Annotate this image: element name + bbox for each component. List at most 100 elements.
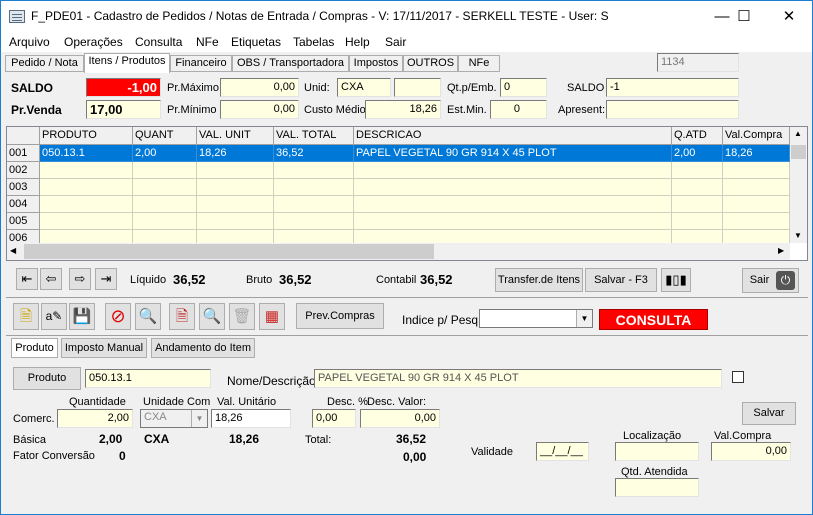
next-record-icon[interactable]: ⇨ (69, 268, 91, 290)
grid-cell[interactable] (723, 196, 790, 213)
col-qatd[interactable]: Q.ATD (672, 127, 723, 145)
subtab-andamento[interactable]: Andamento do Item (151, 338, 255, 358)
cell-val-compra[interactable]: 18,26 (723, 145, 790, 162)
grid-cell[interactable] (723, 179, 790, 196)
last-record-icon[interactable]: ⇥ (95, 268, 117, 290)
grid-cell[interactable] (274, 179, 354, 196)
grid-cell[interactable] (672, 196, 723, 213)
tab-outros[interactable]: OUTROS (403, 55, 458, 72)
cell-produto[interactable]: 050.13.1 (40, 145, 133, 162)
custo-field[interactable]: 18,26 (365, 100, 441, 119)
grid-cell[interactable] (133, 179, 197, 196)
chevron-down-icon[interactable]: ▼ (191, 410, 207, 427)
new-document-icon[interactable]: 🗎 (13, 303, 39, 330)
menu-nfe[interactable]: NFe (196, 35, 219, 49)
grid-cell[interactable] (723, 213, 790, 230)
save-f3-button[interactable]: Salvar - F3 (585, 268, 657, 292)
tab-nfe[interactable]: NFe (458, 55, 500, 72)
scroll-left-icon[interactable]: ◀ (10, 246, 16, 255)
vertical-scrollbar[interactable]: ▲ ▼ (790, 127, 807, 243)
grid-cell[interactable] (274, 196, 354, 213)
grid-cell[interactable] (274, 162, 354, 179)
row-number[interactable]: 004 (7, 196, 40, 213)
tab-financeiro[interactable]: Financeiro (170, 55, 232, 72)
qtemb-field[interactable]: 0 (500, 78, 547, 97)
cell-val-unit[interactable]: 18,26 (197, 145, 274, 162)
grid-cell[interactable] (133, 196, 197, 213)
edit-text-icon[interactable]: a✎ (41, 303, 67, 330)
menu-help[interactable]: Help (345, 35, 370, 49)
desc-valor-field[interactable]: 0,00 (360, 409, 440, 428)
col-val-total[interactable]: VAL. TOTAL (274, 127, 354, 145)
apresent-field[interactable] (606, 100, 739, 119)
indice-select[interactable]: ▼ (479, 309, 593, 328)
col-quant[interactable]: QUANT (133, 127, 197, 145)
cell-qatd[interactable]: 2,00 (672, 145, 723, 162)
close-button[interactable]: ✕ (766, 1, 812, 32)
row-number[interactable]: 002 (7, 162, 40, 179)
cell-descricao[interactable]: PAPEL VEGETAL 90 GR 914 X 45 PLOT (354, 145, 672, 162)
trash-icon[interactable]: 🗑 (229, 303, 255, 330)
scroll-up-icon[interactable]: ▲ (794, 129, 802, 138)
search-icon[interactable]: 🔍 (135, 303, 161, 330)
quantidade-field[interactable]: 2,00 (57, 409, 133, 428)
checkbox[interactable] (732, 371, 744, 383)
cancel-icon[interactable]: ⊘ (105, 303, 131, 330)
row-number[interactable]: 003 (7, 179, 40, 196)
cell-val-total[interactable]: 36,52 (274, 145, 354, 162)
cubes-icon[interactable]: ▦ (259, 303, 285, 330)
scroll-right-icon[interactable]: ▶ (778, 246, 784, 255)
grid-cell[interactable] (197, 179, 274, 196)
grid-cell[interactable] (197, 162, 274, 179)
unid-field[interactable]: CXA (337, 78, 391, 97)
subtab-produto[interactable]: Produto (11, 338, 58, 358)
qtd-atendida-field[interactable] (615, 478, 699, 497)
val-unit-field[interactable]: 18,26 (211, 409, 291, 428)
menu-sair[interactable]: Sair (385, 35, 406, 49)
validade-field[interactable]: __/__/__ (536, 442, 589, 461)
grid-cell[interactable] (672, 213, 723, 230)
search-detail-icon[interactable]: 🔍 (199, 303, 225, 330)
grid-cell[interactable] (197, 213, 274, 230)
row-number[interactable]: 001 (7, 145, 40, 162)
menu-consulta[interactable]: Consulta (135, 35, 182, 49)
grid-cell[interactable] (40, 213, 133, 230)
subtab-imposto-manual[interactable]: Imposto Manual (61, 338, 147, 358)
barcode-icon[interactable]: ▮▯▮ (661, 268, 691, 292)
save-button[interactable]: Salvar (742, 402, 796, 425)
grid-cell[interactable] (40, 196, 133, 213)
transfer-items-button[interactable]: Transfer.de Itens (495, 268, 583, 292)
grid-cell[interactable] (133, 213, 197, 230)
menu-operacoes[interactable]: Operações (64, 35, 123, 49)
grid-cell[interactable] (354, 162, 672, 179)
col-val-unit[interactable]: VAL. UNIT (197, 127, 274, 145)
nome-field[interactable]: PAPEL VEGETAL 90 GR 914 X 45 PLOT (314, 369, 722, 388)
menu-arquivo[interactable]: Arquivo (9, 35, 50, 49)
prmax-field[interactable]: 0,00 (220, 78, 299, 97)
grid-cell[interactable] (40, 179, 133, 196)
prev-record-icon[interactable]: ⇦ (40, 268, 62, 290)
unidade-com-select[interactable]: CXA ▼ (140, 409, 208, 428)
grid-cell[interactable] (354, 213, 672, 230)
menu-etiquetas[interactable]: Etiquetas (231, 35, 281, 49)
saldo2-field[interactable]: -1 (606, 78, 739, 97)
grid-cell[interactable] (40, 162, 133, 179)
col-descricao[interactable]: DESCRICAO (354, 127, 672, 145)
localizacao-field[interactable] (615, 442, 699, 461)
hscroll-thumb[interactable] (24, 244, 434, 259)
val-compra-field[interactable]: 0,00 (711, 442, 791, 461)
produto-code-field[interactable]: 050.13.1 (85, 369, 211, 388)
print-document-icon[interactable]: 🗎 (169, 303, 195, 330)
prvenda-field[interactable]: 17,00 (86, 100, 161, 119)
grid-cell[interactable] (354, 179, 672, 196)
desc-pct-field[interactable]: 0,00 (312, 409, 356, 428)
grid-cell[interactable] (672, 179, 723, 196)
horizontal-scrollbar[interactable]: ◀ ▶ (7, 243, 790, 260)
tab-obs-transportadora[interactable]: OBS / Transportadora (232, 55, 349, 72)
grid-cell[interactable] (672, 162, 723, 179)
unid-field-2[interactable] (394, 78, 441, 97)
prev-compras-button[interactable]: Prev.Compras (296, 303, 384, 329)
grid-cell[interactable] (197, 196, 274, 213)
first-record-icon[interactable]: ⇤ (16, 268, 38, 290)
scroll-thumb[interactable] (791, 145, 806, 159)
